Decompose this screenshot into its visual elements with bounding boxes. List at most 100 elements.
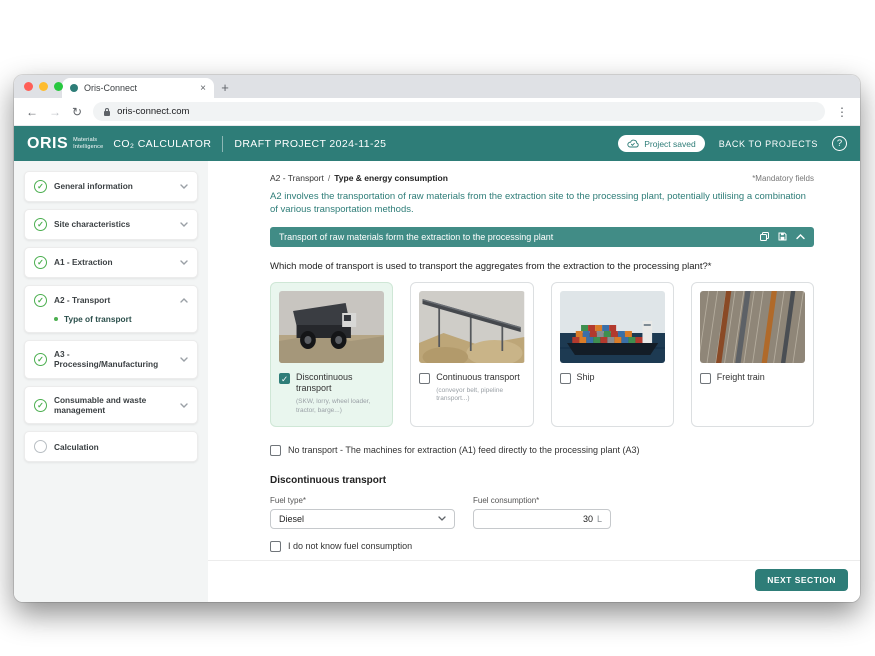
section-header-title: Transport of raw materials form the extr… — [279, 232, 751, 242]
sidebar-subitem-type-of-transport[interactable]: Type of transport — [34, 314, 188, 324]
close-window-button[interactable] — [24, 82, 33, 91]
fuel-consumption-input[interactable]: 30 L — [473, 509, 611, 529]
sidebar-item-site-characteristics[interactable]: Site characteristics — [24, 209, 198, 240]
reload-icon[interactable]: ↻ — [72, 106, 82, 118]
cloud-check-icon — [627, 139, 639, 148]
close-tab-icon[interactable]: × — [200, 83, 206, 94]
window-controls — [24, 82, 63, 91]
fuel-type-value: Diesel — [279, 514, 304, 524]
app-header: ORIS Materials Intelligence CO₂ CALCULAT… — [14, 126, 860, 161]
page-content: General information Site characteristics… — [14, 161, 860, 602]
kebab-menu-icon[interactable]: ⋮ — [836, 106, 848, 118]
sidebar-item-label: Calculation — [54, 442, 188, 452]
duplicate-icon[interactable] — [760, 232, 769, 241]
brand-tagline-line1: Materials — [73, 137, 103, 144]
sidebar-item-a1-extraction[interactable]: A1 - Extraction — [24, 247, 198, 278]
section-description: A2 involves the transportation of raw ma… — [270, 190, 814, 217]
chevron-up-icon[interactable] — [180, 298, 188, 303]
breadcrumb-page: Type & energy consumption — [334, 173, 448, 183]
unknown-consumption-option[interactable]: I do not know fuel consumption — [270, 540, 814, 552]
saved-badge-label: Project saved — [644, 139, 696, 149]
check-circle-icon — [34, 180, 47, 193]
dump-truck-image — [279, 291, 384, 363]
discontinuous-transport-heading: Discontinuous transport — [270, 475, 814, 486]
continuous-transport-checkbox[interactable] — [419, 373, 430, 384]
bullet-icon — [54, 317, 58, 321]
conveyor-belt-image — [419, 291, 524, 363]
sidebar-item-label: A1 - Extraction — [54, 257, 173, 267]
freight-train-checkbox[interactable] — [700, 373, 711, 384]
card-freight-train[interactable]: Freight train — [691, 282, 814, 427]
card-label: Continuous transport — [436, 372, 520, 384]
card-continuous-transport[interactable]: Continuous transport (conveyor belt, pip… — [410, 282, 533, 427]
collapsible-section-header[interactable]: Transport of raw materials form the extr… — [270, 227, 814, 247]
project-title: DRAFT PROJECT 2024-11-25 — [234, 138, 386, 150]
transport-mode-question: Which mode of transport is used to trans… — [270, 261, 814, 272]
card-label: Freight train — [717, 372, 765, 384]
brand-tagline: Materials Intelligence — [73, 137, 103, 150]
back-to-projects-link[interactable]: BACK TO PROJECTS — [719, 139, 818, 149]
sidebar-item-consumable-waste[interactable]: Consumable and waste management — [24, 386, 198, 425]
transport-card-grid: Discontinuous transport (SKW, lorry, whe… — [270, 282, 814, 427]
browser-window: Oris-Connect × + ← → ↻ oris-connect.com … — [14, 75, 860, 602]
main-panel: A2 - Transport / Type & energy consumption… — [208, 161, 860, 602]
sidebar-item-label: A3 - Processing/Manufacturing — [54, 349, 173, 370]
help-icon[interactable]: ? — [832, 136, 847, 151]
card-sublabel: (SKW, lorry, wheel loader, tractor, barg… — [296, 398, 384, 416]
url-text: oris-connect.com — [117, 106, 189, 117]
fuel-consumption-label: Fuel consumption* — [473, 496, 611, 505]
card-label: Discontinuous transport — [296, 372, 384, 395]
brand-name: ORIS — [27, 135, 68, 153]
breadcrumb-section[interactable]: A2 - Transport — [270, 173, 324, 183]
chevron-down-icon[interactable] — [180, 403, 188, 408]
fuel-consumption-field: Fuel consumption* 30 L — [473, 496, 611, 529]
browser-url-bar: ← → ↻ oris-connect.com ⋮ — [14, 98, 860, 126]
sidebar-item-general-information[interactable]: General information — [24, 171, 198, 202]
forward-icon[interactable]: → — [49, 106, 61, 118]
sidebar-item-a2-transport[interactable]: A2 - Transport Type of transport — [24, 285, 198, 333]
browser-tab-strip: Oris-Connect × + — [14, 75, 860, 98]
check-circle-icon — [34, 353, 47, 366]
ship-checkbox[interactable] — [560, 373, 571, 384]
back-icon[interactable]: ← — [26, 106, 38, 118]
sidebar-subitem-label: Type of transport — [64, 314, 132, 324]
check-circle-icon — [34, 218, 47, 231]
card-label: Ship — [577, 372, 595, 384]
unknown-consumption-checkbox[interactable] — [270, 541, 281, 552]
fuel-consumption-value: 30 — [583, 514, 593, 524]
sidebar-item-calculation[interactable]: Calculation — [24, 431, 198, 462]
discontinuous-transport-checkbox[interactable] — [279, 373, 290, 384]
no-transport-option[interactable]: No transport - The machines for extracti… — [270, 444, 814, 456]
save-icon[interactable] — [778, 232, 787, 241]
card-sublabel: (conveyor belt, pipeline transport...) — [436, 387, 524, 405]
new-tab-button[interactable]: + — [214, 80, 236, 98]
fuel-type-select[interactable]: Diesel — [270, 509, 455, 529]
breadcrumb-separator: / — [328, 173, 330, 183]
browser-tab[interactable]: Oris-Connect × — [62, 78, 214, 98]
breadcrumb: A2 - Transport / Type & energy consumption — [270, 173, 448, 183]
card-ship[interactable]: Ship — [551, 282, 674, 427]
next-section-button[interactable]: NEXT SECTION — [755, 569, 848, 591]
app-title: CO₂ CALCULATOR — [113, 138, 211, 150]
minimize-window-button[interactable] — [39, 82, 48, 91]
oris-logo: ORIS Materials Intelligence — [27, 135, 103, 153]
fuel-type-field: Fuel type* Diesel — [270, 496, 455, 529]
sidebar-nav: General information Site characteristics… — [14, 161, 208, 602]
chevron-down-icon[interactable] — [180, 260, 188, 265]
no-transport-checkbox[interactable] — [270, 445, 281, 456]
select-caret-icon — [438, 516, 446, 521]
container-ship-image — [560, 291, 665, 363]
sidebar-item-a3-processing[interactable]: A3 - Processing/Manufacturing — [24, 340, 198, 379]
chevron-down-icon[interactable] — [180, 357, 188, 362]
tab-title: Oris-Connect — [84, 83, 137, 93]
brand-tagline-line2: Intelligence — [73, 144, 103, 151]
card-discontinuous-transport[interactable]: Discontinuous transport (SKW, lorry, whe… — [270, 282, 393, 427]
check-circle-icon — [34, 399, 47, 412]
collapse-chevron-up-icon[interactable] — [796, 234, 805, 240]
address-bar[interactable]: oris-connect.com — [93, 102, 825, 121]
chevron-down-icon[interactable] — [180, 222, 188, 227]
chevron-down-icon[interactable] — [180, 184, 188, 189]
pending-circle-icon — [34, 440, 47, 453]
unknown-consumption-label: I do not know fuel consumption — [288, 541, 412, 551]
maximize-window-button[interactable] — [54, 82, 63, 91]
